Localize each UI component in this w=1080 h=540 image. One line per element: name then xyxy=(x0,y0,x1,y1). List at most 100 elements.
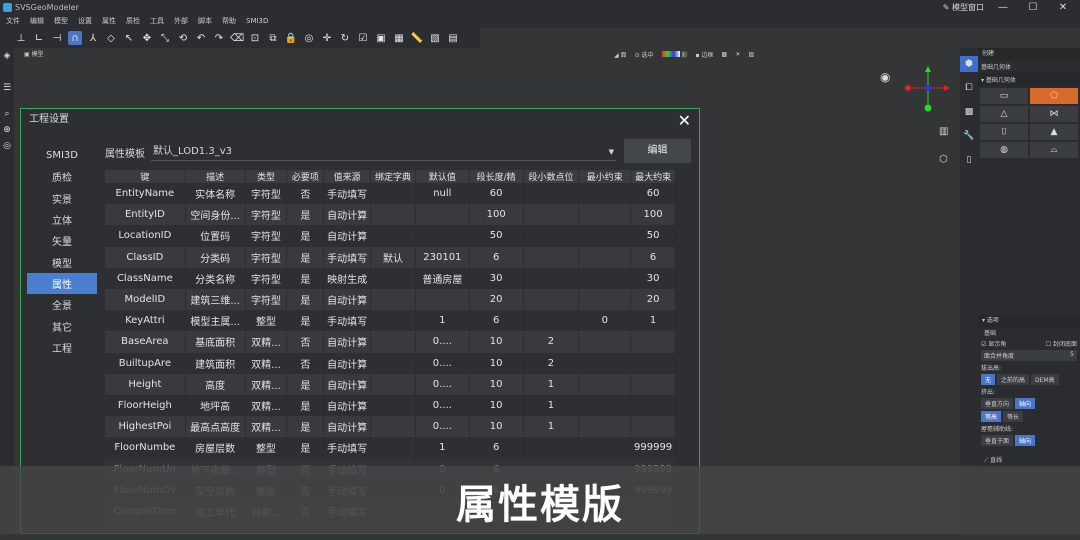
border-select[interactable]: ▪ 边框 xyxy=(695,50,713,59)
table-row[interactable]: ClassID 分类码 字符型是手动填写 默认 230101 6 6 xyxy=(105,246,676,268)
column-header[interactable]: 最大约束 xyxy=(631,170,676,183)
redo-icon[interactable]: ↷ xyxy=(212,31,226,45)
table-cell[interactable]: 字符型 xyxy=(246,225,288,247)
table-cell[interactable] xyxy=(524,183,580,205)
table-row[interactable]: EntityName 实体名称 字符型否手动填写 null 60 60 xyxy=(105,183,676,205)
table-cell[interactable] xyxy=(524,225,580,247)
table-cell[interactable] xyxy=(579,437,632,459)
table-cell[interactable]: 是 xyxy=(287,288,325,311)
table-cell[interactable]: 0.... xyxy=(416,394,470,417)
table-cell[interactable]: 整型 xyxy=(246,310,288,332)
table-cell[interactable]: 2 xyxy=(524,352,580,374)
column-header[interactable]: 描述 xyxy=(186,170,246,183)
table-cell[interactable] xyxy=(371,394,416,417)
angle-tool-icon[interactable]: ∟ xyxy=(32,31,46,45)
table-cell[interactable]: HighestPoi xyxy=(105,416,186,438)
table-cell[interactable]: 0.... xyxy=(416,416,470,438)
nav-attribute[interactable]: 属性 xyxy=(27,272,97,295)
table-cell[interactable]: 自动计算 xyxy=(324,331,372,353)
table-cell[interactable] xyxy=(631,331,676,353)
table-cell[interactable]: 50 xyxy=(470,225,524,247)
table-row[interactable]: BaseArea 基底面积 双精... 否自动计算 0.... 10 2 xyxy=(105,331,676,353)
table-cell[interactable]: null xyxy=(416,183,470,205)
table-cell[interactable]: FloorHeigh xyxy=(105,394,186,417)
table-cell[interactable]: KeyAttri xyxy=(105,310,186,332)
table-cell[interactable]: 是 xyxy=(287,204,325,226)
create-tab-icon[interactable]: ⬢ xyxy=(960,56,978,72)
menu-smi3d[interactable]: SMI3D xyxy=(246,17,268,25)
table-cell[interactable] xyxy=(371,288,416,311)
table-cell[interactable] xyxy=(579,416,632,438)
table-cell[interactable]: 否 xyxy=(287,183,325,205)
search-icon[interactable]: ⌕ xyxy=(0,106,14,122)
table-cell[interactable]: 是 xyxy=(287,225,325,247)
refresh-icon[interactable]: ↻ xyxy=(338,31,352,45)
table-cell[interactable]: 否 xyxy=(287,331,325,353)
table-cell[interactable] xyxy=(524,246,580,268)
table-cell[interactable]: 是 xyxy=(287,310,325,332)
selected-select[interactable]: ⊙ 选中 xyxy=(635,50,654,59)
pan-icon[interactable]: ✛ xyxy=(320,31,334,45)
table-cell[interactable] xyxy=(371,331,416,353)
texture-toggle-icon[interactable]: ▧ xyxy=(749,51,755,58)
table-cell[interactable] xyxy=(371,183,416,205)
table-row[interactable]: HighestPoi 最高点高度 双精... 是自动计算 0.... 10 1 xyxy=(105,416,676,438)
table-cell[interactable]: 60 xyxy=(470,183,524,205)
table-cell[interactable] xyxy=(371,373,416,395)
object-tool-icon[interactable]: ◇ xyxy=(104,31,118,45)
frame-icon[interactable]: ▣ xyxy=(374,31,388,45)
table-cell[interactable]: 否 xyxy=(287,352,325,374)
table-cell[interactable]: 6 xyxy=(470,246,524,268)
sun-icon[interactable]: ☀ xyxy=(735,51,740,58)
column-header[interactable]: 段小数点位 xyxy=(524,170,580,183)
cone-shape-button[interactable]: ▲ xyxy=(1030,124,1078,140)
list-icon[interactable]: ☰ xyxy=(0,80,14,96)
nav-model[interactable]: 模型 xyxy=(27,251,97,272)
undo-icon[interactable]: ↶ xyxy=(194,31,208,45)
ruler-icon[interactable]: 📏 xyxy=(410,31,424,45)
table-cell[interactable]: 1 xyxy=(524,373,580,395)
extrude-none-button[interactable]: 无 xyxy=(981,374,996,385)
table-cell[interactable]: LocationID xyxy=(105,225,186,247)
axis-tool-icon[interactable]: ⅄ xyxy=(86,31,100,45)
table-cell[interactable]: 位置码 xyxy=(186,225,246,247)
table-cell[interactable]: BuiltupAre xyxy=(105,352,186,374)
table-cell[interactable] xyxy=(631,373,676,395)
table-cell[interactable] xyxy=(631,394,676,417)
book-icon[interactable]: ▯ xyxy=(960,152,978,168)
table-cell[interactable]: 6 xyxy=(470,437,524,459)
table-cell[interactable]: 双精... xyxy=(246,416,288,438)
table-cell[interactable]: 空间身份... xyxy=(186,204,246,226)
nav-stereo[interactable]: 立体 xyxy=(27,209,97,230)
table-row[interactable]: EntityID 空间身份... 字符型是自动计算 100 100 xyxy=(105,204,676,226)
menu-external[interactable]: 外部 xyxy=(174,16,188,26)
axial-dir-button[interactable]: 轴向 xyxy=(1015,398,1036,409)
crop-icon[interactable]: ⊡ xyxy=(248,31,262,45)
vertical-dir-button[interactable]: 垂直方向 xyxy=(981,398,1014,409)
table-cell[interactable] xyxy=(579,331,632,353)
table-cell[interactable] xyxy=(579,394,632,417)
table-cell[interactable]: ModelID xyxy=(105,288,186,311)
merge-angle-field[interactable]: 面合并角度 5 xyxy=(981,350,1077,361)
image-icon[interactable]: ▤ xyxy=(446,31,460,45)
copy-icon[interactable]: ⧉ xyxy=(266,31,280,45)
select-tool-icon[interactable]: ↖ xyxy=(122,31,136,45)
table-cell[interactable]: EntityID xyxy=(105,204,186,226)
table-cell[interactable]: 10 xyxy=(470,352,524,374)
roof-axial-button[interactable]: 轴向 xyxy=(1015,435,1036,446)
menu-script[interactable]: 脚本 xyxy=(198,16,212,26)
padlock-icon[interactable]: 🔒 xyxy=(284,31,298,45)
table-cell[interactable]: 10 xyxy=(470,394,524,417)
minimize-button[interactable]: — xyxy=(992,2,1014,13)
nav-project[interactable]: 工程 xyxy=(27,337,97,358)
table-cell[interactable] xyxy=(371,204,416,226)
table-cell[interactable]: 实体名称 xyxy=(186,183,246,205)
column-header[interactable]: 段长度/精 xyxy=(470,170,524,183)
grid-icon[interactable]: ▦ xyxy=(392,31,406,45)
menu-qc[interactable]: 质检 xyxy=(126,16,140,26)
table-cell[interactable]: ClassName xyxy=(105,267,186,289)
face-select[interactable]: ◢ 面 xyxy=(614,50,627,59)
table-cell[interactable] xyxy=(524,310,580,332)
table-row[interactable]: FloorNumbe 房屋层数 整型是手动填写 1 6 999999 xyxy=(105,437,676,459)
scale-tool-icon[interactable]: ⤡ xyxy=(158,31,172,45)
